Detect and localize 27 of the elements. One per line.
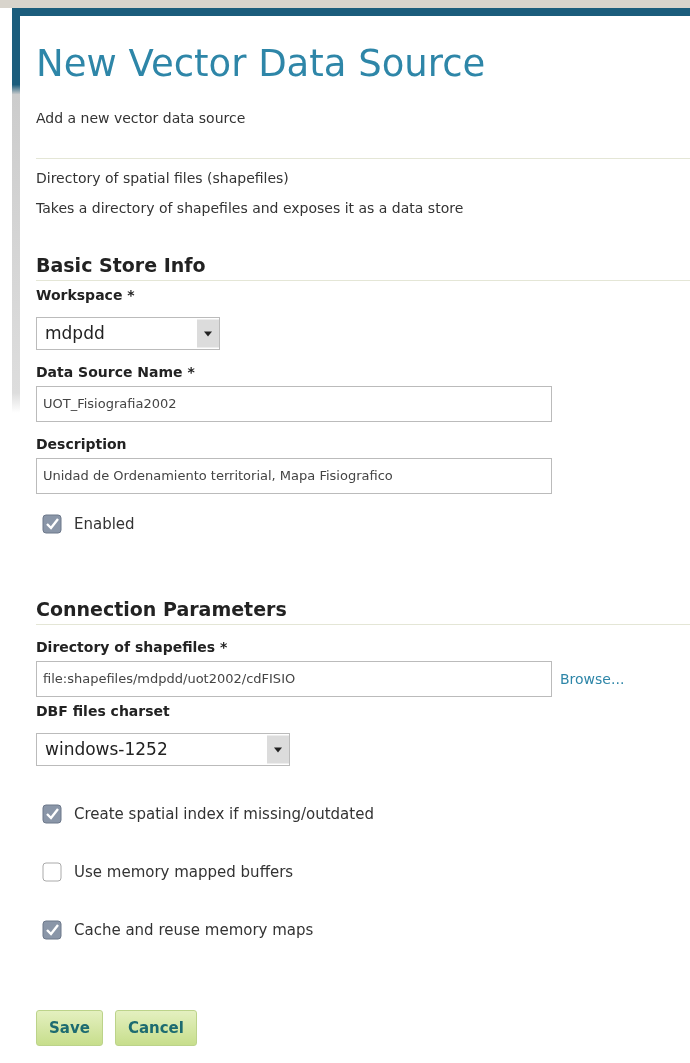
checkbox-label: Enabled xyxy=(74,514,135,533)
checkbox-label: Cache and reuse memory maps xyxy=(74,920,314,939)
dropdown[interactable]: mdpdd xyxy=(36,316,220,350)
store-type-name: Directory of spatial files (shapefiles) xyxy=(36,169,290,189)
store-type-description: Takes a directory of shapefiles and exposes it as a data store xyxy=(36,199,465,219)
section-heading: Connection Parameters xyxy=(36,597,288,620)
section-heading: Basic Store Info xyxy=(36,253,207,276)
checkbox[interactable] xyxy=(42,513,62,534)
checkbox[interactable] xyxy=(42,861,62,882)
checkbox[interactable] xyxy=(42,919,62,940)
checkbox-label: Create spatial index if missing/outdated xyxy=(74,804,374,823)
page-title: New Vector Data Source xyxy=(36,41,487,87)
checkbox[interactable] xyxy=(42,803,62,824)
save-button[interactable]: Save xyxy=(36,1009,103,1046)
cancel-button[interactable]: Cancel xyxy=(114,1009,197,1046)
input-field[interactable]: UOT_Fisiografia2002 xyxy=(36,385,552,422)
field-label: Description xyxy=(36,435,128,452)
field-label: Data Source Name * xyxy=(36,363,196,380)
field-label: Workspace * xyxy=(36,286,136,303)
input-field[interactable]: file:shapefiles/mdpdd/uot2002/cdFISIO xyxy=(36,660,552,697)
page-subtitle: Add a new vector data source xyxy=(36,110,247,127)
dropdown[interactable]: windows-1252 xyxy=(36,732,290,766)
input-field[interactable]: Unidad de Ordenamiento territorial, Mapa Fisiografico xyxy=(36,457,552,494)
field-label: Directory of shapefiles * xyxy=(36,638,229,655)
browse-link[interactable]: Browse... xyxy=(560,670,625,687)
field-label: DBF files charset xyxy=(36,702,171,719)
checkbox-label: Use memory mapped buffers xyxy=(74,862,294,881)
